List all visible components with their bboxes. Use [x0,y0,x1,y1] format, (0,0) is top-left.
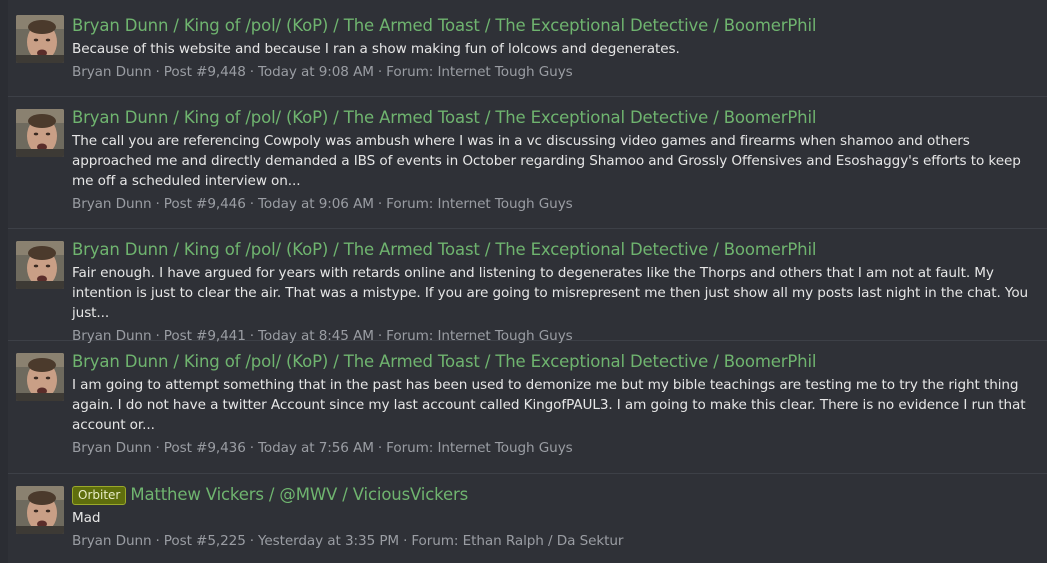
result-title-link[interactable]: Orbiter Matthew Vickers / @MWV / ViciousV… [72,484,1043,506]
result-title-text[interactable]: Bryan Dunn / King of /pol/ (KoP) / The A… [72,352,817,371]
avatar-photo-icon [16,15,64,63]
result-meta: Bryan Dunn · Post #9,448 · Today at 9:08 AM ·… [72,62,1043,82]
user-avatar[interactable] [16,241,64,289]
post-time: Today at 9:08 AM [258,64,374,80]
post-number: Post #5,225 [163,533,246,549]
search-results-list: Bryan Dunn / King of /pol/ (KoP) / The A… [8,0,1047,563]
meta-separator: · [377,64,383,80]
forum-label: Forum: [386,196,434,212]
forum-link[interactable]: Internet Tough Guys [437,196,572,212]
user-avatar[interactable] [16,109,64,157]
search-result: Bryan Dunn / King of /pol/ (KoP) / The A… [8,97,1047,229]
result-title-link[interactable]: Bryan Dunn / King of /pol/ (KoP) / The A… [72,15,1043,37]
forum-link[interactable]: Internet Tough Guys [437,440,572,456]
meta-separator: · [377,440,383,456]
author-link[interactable]: Bryan Dunn [72,440,152,456]
post-time: Today at 7:56 AM [258,440,374,456]
meta-separator: · [155,64,160,80]
result-title-text[interactable]: Bryan Dunn / King of /pol/ (KoP) / The A… [72,108,817,127]
author-link[interactable]: Bryan Dunn [72,533,152,549]
user-avatar[interactable] [16,486,64,534]
forum-link[interactable]: Ethan Ralph / Da Sektur [463,533,624,549]
result-snippet: I am going to attempt something that in … [72,377,1026,433]
forum-label: Forum: [411,533,459,549]
meta-separator: · [249,64,254,80]
forum-label: Forum: [386,440,434,456]
post-time: Yesterday at 3:35 PM [258,533,400,549]
forum-link[interactable]: Internet Tough Guys [437,64,572,80]
thread-prefix-badge[interactable]: Orbiter [72,486,127,505]
result-title-text[interactable]: Bryan Dunn / King of /pol/ (KoP) / The A… [72,16,817,35]
result-snippet: Mad [72,510,101,526]
author-link[interactable]: Bryan Dunn [72,196,152,212]
result-title-link[interactable]: Bryan Dunn / King of /pol/ (KoP) / The A… [72,107,1043,129]
result-title-link[interactable]: Bryan Dunn / King of /pol/ (KoP) / The A… [72,239,1043,261]
result-meta: Bryan Dunn · Post #9,446 · Today at 9:06 AM ·… [72,194,1043,214]
result-snippet: Fair enough. I have argued for years wit… [72,265,1029,321]
user-avatar[interactable] [16,15,64,63]
user-avatar[interactable] [16,353,64,401]
meta-separator: · [155,533,160,549]
result-title-text[interactable]: Matthew Vickers / @MWV / ViciousVickers [130,485,468,504]
result-title-link[interactable]: Bryan Dunn / King of /pol/ (KoP) / The A… [72,351,1043,373]
avatar-photo-icon [16,241,64,289]
result-meta: Bryan Dunn · Post #9,436 · Today at 7:56 AM ·… [72,438,1043,458]
post-number: Post #9,446 [163,196,246,212]
meta-separator: · [249,533,254,549]
result-snippet: Because of this website and because I ra… [72,41,680,57]
forum-label: Forum: [386,64,434,80]
meta-separator: · [249,440,254,456]
meta-separator: · [403,533,408,549]
post-number: Post #9,436 [163,440,246,456]
author-link[interactable]: Bryan Dunn [72,64,152,80]
avatar-photo-icon [16,109,64,157]
meta-separator: · [155,440,160,456]
meta-separator: · [249,196,254,212]
result-snippet: The call you are referencing Cowpoly was… [72,133,1021,189]
avatar-photo-icon [16,486,64,534]
post-time: Today at 9:06 AM [258,196,374,212]
result-meta: Bryan Dunn · Post #5,225 · Yesterday at 3:35… [72,531,1043,551]
search-result: Orbiter Matthew Vickers / @MWV / ViciousV… [8,474,1047,563]
search-result: Bryan Dunn / King of /pol/ (KoP) / The A… [8,0,1047,97]
search-result: Bryan Dunn / King of /pol/ (KoP) / The A… [8,229,1047,344]
post-number: Post #9,448 [163,64,246,80]
meta-separator: · [155,196,160,212]
avatar-photo-icon [16,353,64,401]
result-title-text[interactable]: Bryan Dunn / King of /pol/ (KoP) / The A… [72,240,817,259]
meta-separator: · [377,196,383,212]
search-result: Bryan Dunn / King of /pol/ (KoP) / The A… [8,341,1047,474]
